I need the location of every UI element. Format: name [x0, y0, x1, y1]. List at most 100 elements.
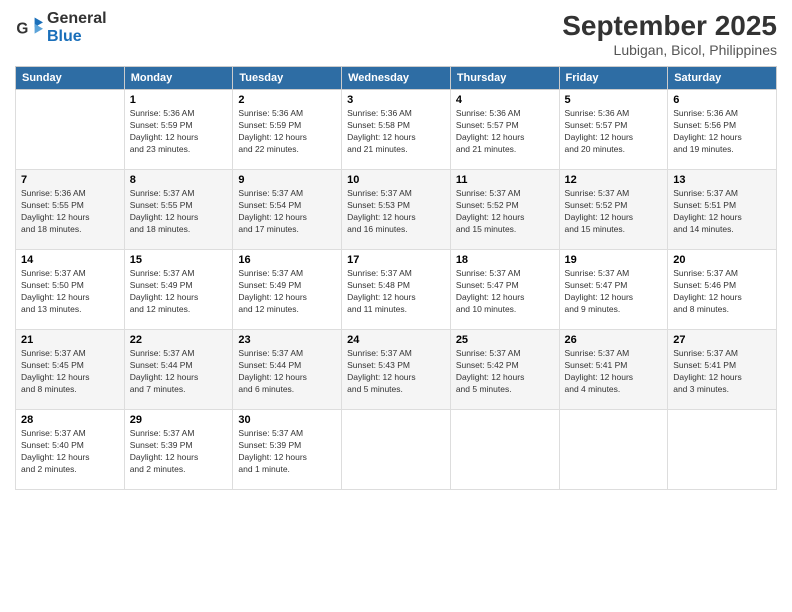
day-number: 21 — [21, 334, 119, 346]
day-number: 30 — [238, 414, 336, 426]
calendar-cell: 3 Sunrise: 5:36 AM Sunset: 5:58 PM Daylig… — [342, 90, 451, 170]
calendar-cell: 21 Sunrise: 5:37 AM Sunset: 5:45 PM Dayli… — [16, 330, 125, 410]
day-number: 28 — [21, 414, 119, 426]
day-info: Sunrise: 5:36 AM Sunset: 5:59 PM Dayligh… — [130, 108, 228, 156]
day-number: 29 — [130, 414, 228, 426]
calendar-cell: 8 Sunrise: 5:37 AM Sunset: 5:55 PM Daylig… — [124, 170, 233, 250]
day-info: Sunrise: 5:37 AM Sunset: 5:40 PM Dayligh… — [21, 428, 119, 476]
day-info: Sunrise: 5:36 AM Sunset: 5:57 PM Dayligh… — [456, 108, 554, 156]
logo-icon: G — [15, 14, 43, 42]
day-number: 18 — [456, 254, 554, 266]
calendar-cell: 17 Sunrise: 5:37 AM Sunset: 5:48 PM Dayli… — [342, 250, 451, 330]
day-info: Sunrise: 5:37 AM Sunset: 5:43 PM Dayligh… — [347, 348, 445, 396]
calendar-cell: 10Sunrise: 5:37 AM Sunset: 5:53 PM Dayli… — [342, 170, 451, 250]
calendar-cell: 29 Sunrise: 5:37 AM Sunset: 5:39 PM Dayli… — [124, 410, 233, 490]
calendar-cell: 28 Sunrise: 5:37 AM Sunset: 5:40 PM Dayli… — [16, 410, 125, 490]
day-number: 23 — [238, 334, 336, 346]
day-info: Sunrise: 5:37 AM Sunset: 5:41 PM Dayligh… — [565, 348, 663, 396]
calendar-cell: 4 Sunrise: 5:36 AM Sunset: 5:57 PM Daylig… — [450, 90, 559, 170]
calendar-cell: 30 Sunrise: 5:37 AM Sunset: 5:39 PM Dayli… — [233, 410, 342, 490]
day-info: Sunrise: 5:36 AM Sunset: 5:55 PM Dayligh… — [21, 188, 119, 236]
day-number: 26 — [565, 334, 663, 346]
calendar-page: G General Blue September 2025 Lubigan, B… — [0, 0, 792, 612]
day-number: 5 — [565, 94, 663, 106]
day-info: Sunrise: 5:37 AM Sunset: 5:42 PM Dayligh… — [456, 348, 554, 396]
calendar-cell: 11 Sunrise: 5:37 AM Sunset: 5:52 PM Dayli… — [450, 170, 559, 250]
calendar-cell: 14Sunrise: 5:37 AM Sunset: 5:50 PM Dayli… — [16, 250, 125, 330]
day-number: 25 — [456, 334, 554, 346]
calendar-cell: 22 Sunrise: 5:37 AM Sunset: 5:44 PM Dayli… — [124, 330, 233, 410]
day-number: 11 — [456, 174, 554, 186]
day-info: Sunrise: 5:37 AM Sunset: 5:49 PM Dayligh… — [238, 268, 336, 316]
calendar-cell: 18 Sunrise: 5:37 AM Sunset: 5:47 PM Dayli… — [450, 250, 559, 330]
day-number: 22 — [130, 334, 228, 346]
day-info: Sunrise: 5:37 AM Sunset: 5:45 PM Dayligh… — [21, 348, 119, 396]
svg-text:G: G — [16, 21, 28, 38]
day-info: Sunrise: 5:37 AM Sunset: 5:54 PM Dayligh… — [238, 188, 336, 236]
day-info: Sunrise: 5:37 AM Sunset: 5:51 PM Dayligh… — [673, 188, 771, 236]
day-info: Sunrise: 5:37 AM Sunset: 5:49 PM Dayligh… — [130, 268, 228, 316]
day-info: Sunrise: 5:37 AM Sunset: 5:46 PM Dayligh… — [673, 268, 771, 316]
day-number: 13 — [673, 174, 771, 186]
calendar-cell: 1 Sunrise: 5:36 AM Sunset: 5:59 PM Daylig… — [124, 90, 233, 170]
day-info: Sunrise: 5:37 AM Sunset: 5:41 PM Dayligh… — [673, 348, 771, 396]
day-number: 1 — [130, 94, 228, 106]
header-wednesday: Wednesday — [342, 67, 451, 90]
calendar-cell — [16, 90, 125, 170]
month-title: September 2025 — [562, 10, 777, 42]
calendar-cell: 20Sunrise: 5:37 AM Sunset: 5:46 PM Dayli… — [668, 250, 777, 330]
calendar-cell — [559, 410, 668, 490]
day-number: 14 — [21, 254, 119, 266]
day-info: Sunrise: 5:36 AM Sunset: 5:56 PM Dayligh… — [673, 108, 771, 156]
calendar-cell: 6 Sunrise: 5:36 AM Sunset: 5:56 PM Daylig… — [668, 90, 777, 170]
header-saturday: Saturday — [668, 67, 777, 90]
calendar-cell: 7 Sunrise: 5:36 AM Sunset: 5:55 PM Daylig… — [16, 170, 125, 250]
day-info: Sunrise: 5:37 AM Sunset: 5:48 PM Dayligh… — [347, 268, 445, 316]
day-number: 3 — [347, 94, 445, 106]
day-number: 12 — [565, 174, 663, 186]
calendar-cell: 15 Sunrise: 5:37 AM Sunset: 5:49 PM Dayli… — [124, 250, 233, 330]
day-number: 19 — [565, 254, 663, 266]
day-number: 6 — [673, 94, 771, 106]
day-info: Sunrise: 5:37 AM Sunset: 5:52 PM Dayligh… — [456, 188, 554, 236]
logo-text: General Blue — [47, 10, 107, 46]
calendar-cell: 12Sunrise: 5:37 AM Sunset: 5:52 PM Dayli… — [559, 170, 668, 250]
day-info: Sunrise: 5:37 AM Sunset: 5:55 PM Dayligh… — [130, 188, 228, 236]
title-block: September 2025 Lubigan, Bicol, Philippin… — [562, 10, 777, 58]
day-info: Sunrise: 5:37 AM Sunset: 5:44 PM Dayligh… — [130, 348, 228, 396]
calendar-table: SundayMondayTuesdayWednesdayThursdayFrid… — [15, 66, 777, 490]
calendar-cell: 24Sunrise: 5:37 AM Sunset: 5:43 PM Dayli… — [342, 330, 451, 410]
calendar-cell: 26 Sunrise: 5:37 AM Sunset: 5:41 PM Dayli… — [559, 330, 668, 410]
header-tuesday: Tuesday — [233, 67, 342, 90]
location-title: Lubigan, Bicol, Philippines — [562, 42, 777, 58]
calendar-cell: 9 Sunrise: 5:37 AM Sunset: 5:54 PM Daylig… — [233, 170, 342, 250]
day-info: Sunrise: 5:37 AM Sunset: 5:53 PM Dayligh… — [347, 188, 445, 236]
calendar-week-3: 14Sunrise: 5:37 AM Sunset: 5:50 PM Dayli… — [16, 250, 777, 330]
calendar-week-1: 1 Sunrise: 5:36 AM Sunset: 5:59 PM Daylig… — [16, 90, 777, 170]
day-number: 27 — [673, 334, 771, 346]
day-number: 8 — [130, 174, 228, 186]
day-number: 7 — [21, 174, 119, 186]
day-number: 4 — [456, 94, 554, 106]
calendar-cell: 23 Sunrise: 5:37 AM Sunset: 5:44 PM Dayli… — [233, 330, 342, 410]
day-info: Sunrise: 5:36 AM Sunset: 5:58 PM Dayligh… — [347, 108, 445, 156]
day-info: Sunrise: 5:37 AM Sunset: 5:39 PM Dayligh… — [130, 428, 228, 476]
calendar-cell: 2Sunrise: 5:36 AM Sunset: 5:59 PM Daylig… — [233, 90, 342, 170]
calendar-cell: 16 Sunrise: 5:37 AM Sunset: 5:49 PM Dayli… — [233, 250, 342, 330]
day-number: 16 — [238, 254, 336, 266]
header-monday: Monday — [124, 67, 233, 90]
day-info: Sunrise: 5:37 AM Sunset: 5:44 PM Dayligh… — [238, 348, 336, 396]
calendar-cell: 5Sunrise: 5:36 AM Sunset: 5:57 PM Daylig… — [559, 90, 668, 170]
day-info: Sunrise: 5:36 AM Sunset: 5:59 PM Dayligh… — [238, 108, 336, 156]
calendar-cell — [450, 410, 559, 490]
day-number: 17 — [347, 254, 445, 266]
logo: G General Blue — [15, 10, 107, 46]
calendar-week-4: 21 Sunrise: 5:37 AM Sunset: 5:45 PM Dayli… — [16, 330, 777, 410]
calendar-cell: 27 Sunrise: 5:37 AM Sunset: 5:41 PM Dayli… — [668, 330, 777, 410]
day-number: 15 — [130, 254, 228, 266]
day-number: 9 — [238, 174, 336, 186]
calendar-header-row: SundayMondayTuesdayWednesdayThursdayFrid… — [16, 67, 777, 90]
day-info: Sunrise: 5:37 AM Sunset: 5:47 PM Dayligh… — [456, 268, 554, 316]
header-thursday: Thursday — [450, 67, 559, 90]
day-info: Sunrise: 5:37 AM Sunset: 5:39 PM Dayligh… — [238, 428, 336, 476]
